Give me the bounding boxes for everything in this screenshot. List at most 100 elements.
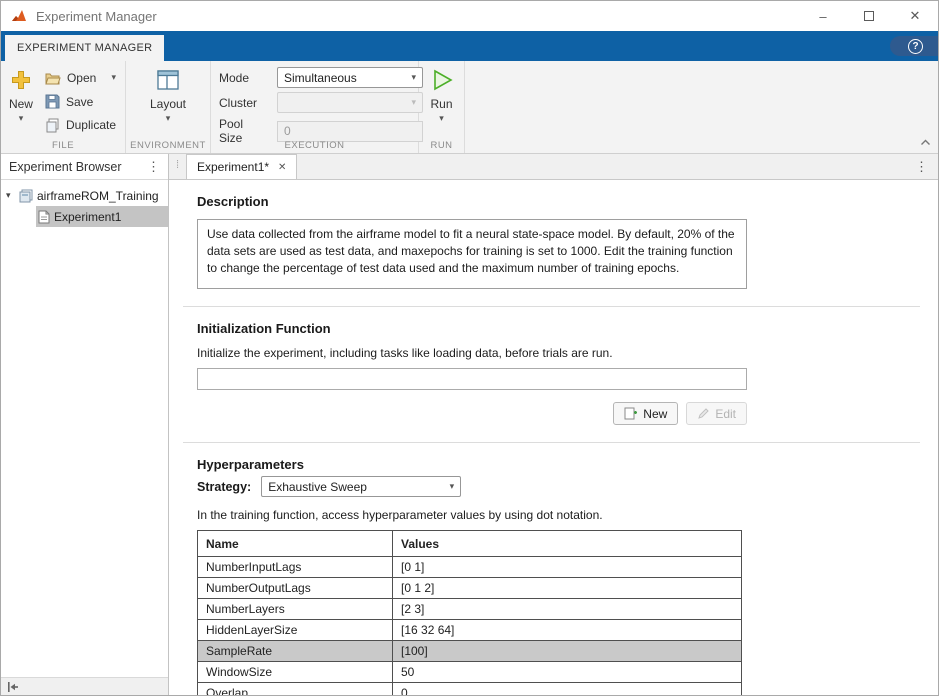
- hyperparameters-hint: In the training function, access hyperpa…: [197, 508, 938, 522]
- cell-name[interactable]: NumberInputLags: [198, 557, 393, 578]
- tree-expand-caret-icon[interactable]: ▾: [6, 190, 15, 201]
- tab-close-icon[interactable]: ✕: [278, 162, 286, 173]
- mode-value: Simultaneous: [284, 71, 357, 85]
- tab-experiment1-label: Experiment1*: [197, 160, 269, 174]
- cell-value[interactable]: [2 3]: [393, 599, 742, 620]
- tree-item-root[interactable]: ▾ airframeROM_Training: [1, 185, 168, 206]
- tree-item-experiment1[interactable]: Experiment1: [36, 206, 168, 227]
- cell-value[interactable]: 50: [393, 662, 742, 683]
- table-row[interactable]: WindowSize 50: [198, 662, 742, 683]
- document-menu-icon[interactable]: ⋮: [915, 159, 928, 175]
- close-button[interactable]: ✕: [892, 1, 938, 31]
- minimize-icon: –: [819, 9, 826, 24]
- run-icon: [430, 68, 454, 92]
- table-row[interactable]: NumberLayers [2 3]: [198, 599, 742, 620]
- new-function-button[interactable]: New: [613, 402, 678, 425]
- cell-value[interactable]: [100]: [393, 641, 742, 662]
- toolstrip-spacer: [465, 61, 938, 153]
- table-row[interactable]: Overlap 0: [198, 683, 742, 696]
- initialization-hint: Initialize the experiment, including tas…: [197, 346, 938, 360]
- initialization-function-input[interactable]: [197, 368, 747, 390]
- project-icon: [19, 189, 33, 203]
- cell-value[interactable]: 0: [393, 683, 742, 696]
- tab-experiment1[interactable]: Experiment1* ✕: [186, 154, 297, 179]
- new-function-label: New: [643, 407, 667, 421]
- initialization-heading: Initialization Function: [197, 321, 938, 336]
- pool-size-input: [277, 121, 423, 142]
- cell-value[interactable]: [16 32 64]: [393, 620, 742, 641]
- save-label: Save: [66, 95, 93, 109]
- description-textarea[interactable]: Use data collected from the airframe mod…: [197, 219, 747, 289]
- browser-menu-icon[interactable]: ⋮: [147, 159, 160, 175]
- cell-name[interactable]: WindowSize: [198, 662, 393, 683]
- open-label: Open: [67, 71, 96, 85]
- divider: [183, 306, 920, 307]
- cluster-dropdown-arrow: ▾: [411, 97, 416, 108]
- run-dropdown-arrow[interactable]: ▾: [439, 114, 444, 123]
- cell-name[interactable]: HiddenLayerSize: [198, 620, 393, 641]
- strategy-row: Strategy: Exhaustive Sweep ▾: [197, 476, 938, 497]
- table-row[interactable]: NumberOutputLags [0 1 2]: [198, 578, 742, 599]
- cell-value[interactable]: [0 1]: [393, 557, 742, 578]
- cell-name[interactable]: SampleRate: [198, 641, 393, 662]
- experiment-icon: [38, 210, 50, 224]
- duplicate-button[interactable]: Duplicate: [42, 113, 119, 137]
- tab-experiment-manager[interactable]: EXPERIMENT MANAGER: [5, 35, 164, 61]
- cell-name[interactable]: NumberOutputLags: [198, 578, 393, 599]
- table-header-row: Name Values: [198, 531, 742, 557]
- table-row[interactable]: HiddenLayerSize [16 32 64]: [198, 620, 742, 641]
- experiment-browser-title: Experiment Browser: [9, 160, 122, 174]
- new-experiment-button[interactable]: New ▾: [8, 66, 34, 137]
- window-controls: – ✕: [800, 1, 938, 31]
- window-title: Experiment Manager: [36, 9, 157, 24]
- header-name: Name: [198, 531, 393, 557]
- mode-dropdown[interactable]: Simultaneous ▾: [277, 67, 423, 88]
- mode-dropdown-arrow: ▾: [411, 72, 416, 83]
- new-dropdown-arrow[interactable]: ▾: [19, 114, 24, 123]
- dock-panel-icon[interactable]: [6, 681, 19, 693]
- close-icon: ✕: [910, 8, 921, 24]
- maximize-icon: [864, 11, 874, 21]
- new-icon: [9, 68, 33, 92]
- cell-name[interactable]: Overlap: [198, 683, 393, 696]
- cell-value[interactable]: [0 1 2]: [393, 578, 742, 599]
- table-row[interactable]: NumberInputLags [0 1]: [198, 557, 742, 578]
- experiment-editor: Description Use data collected from the …: [169, 180, 938, 695]
- cell-name[interactable]: NumberLayers: [198, 599, 393, 620]
- cluster-label: Cluster: [219, 96, 269, 110]
- edit-function-label: Edit: [715, 407, 736, 421]
- collapse-toolstrip-button[interactable]: [919, 137, 931, 147]
- layout-dropdown-arrow[interactable]: ▾: [166, 114, 171, 123]
- edit-function-button: Edit: [686, 402, 747, 425]
- hyperparameters-table: Name Values NumberInputLags [0 1] Number…: [197, 530, 742, 695]
- tree-item-root-label: airframeROM_Training: [37, 189, 159, 203]
- mode-label: Mode: [219, 71, 269, 85]
- maximize-button[interactable]: [846, 1, 892, 31]
- duplicate-label: Duplicate: [66, 118, 116, 132]
- save-button[interactable]: Save: [42, 90, 119, 114]
- minimize-button[interactable]: –: [800, 1, 846, 31]
- bottom-status-bar: [1, 677, 168, 695]
- strategy-dropdown-arrow: ▾: [450, 481, 455, 492]
- section-environment: Layout ▾ ENVIRONMENT: [126, 61, 211, 153]
- strategy-dropdown[interactable]: Exhaustive Sweep ▾: [261, 476, 461, 497]
- hyperparameters-heading: Hyperparameters: [197, 457, 938, 472]
- cluster-dropdown: ▾: [277, 92, 423, 113]
- open-button[interactable]: Open ▾: [42, 66, 119, 90]
- experiment-manager-window: Experiment Manager – ✕ EXPERIMENT MANAGE…: [0, 0, 939, 696]
- initialization-buttons: New Edit: [197, 402, 747, 425]
- run-button[interactable]: Run ▾: [422, 66, 462, 137]
- layout-button[interactable]: Layout ▾: [140, 66, 196, 137]
- save-icon: [45, 94, 60, 109]
- new-label: New: [9, 97, 33, 111]
- section-execution: Mode Simultaneous ▾ Cluster ▾ Pool Size …: [211, 61, 419, 153]
- divider: [183, 442, 920, 443]
- open-dropdown-arrow[interactable]: ▾: [111, 73, 116, 82]
- gripper-icon[interactable]: ⁞: [176, 159, 178, 171]
- document-area: ⁞ Experiment1* ✕ ⋮ Description Use data …: [169, 154, 938, 695]
- layout-label: Layout: [150, 97, 186, 111]
- table-row-selected[interactable]: SampleRate [100]: [198, 641, 742, 662]
- section-run: Run ▾ RUN: [419, 61, 465, 153]
- edit-function-icon: [697, 407, 710, 420]
- help-button[interactable]: ?: [890, 36, 938, 56]
